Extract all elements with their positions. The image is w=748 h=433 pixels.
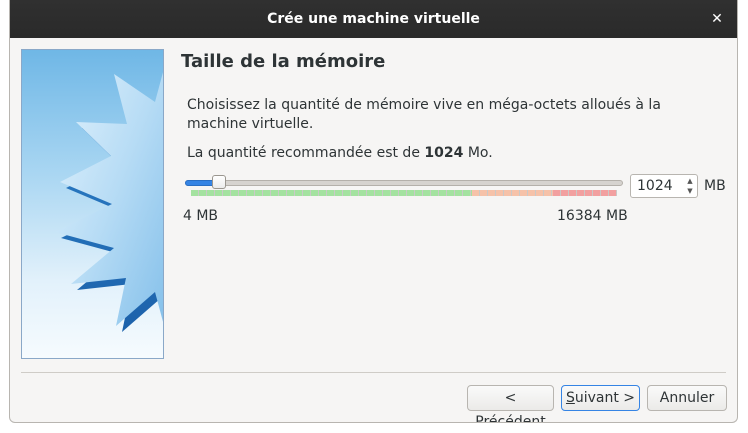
recommendation-suffix: Mo. <box>467 145 493 161</box>
next-button[interactable]: Suivant > <box>561 385 640 411</box>
previous-button[interactable]: < Précédent <box>467 385 554 422</box>
memory-input[interactable]: 1024 <box>637 175 673 197</box>
spin-down-icon[interactable]: ▼ <box>685 186 695 196</box>
window-title: Crée une machine virtuelle <box>267 11 480 27</box>
recommendation-value: 1024 <box>424 145 464 161</box>
memory-slider[interactable] <box>183 172 625 198</box>
danger-zone <box>553 190 617 196</box>
recommendation-text: La quantité recommandée est de 1024 Mo. <box>187 145 493 161</box>
slider-groove[interactable] <box>185 180 623 186</box>
warning-zone <box>472 190 554 196</box>
slider-min-label: 4 MB <box>183 208 219 224</box>
cancel-button[interactable]: Annuler <box>647 385 727 411</box>
dialog-window: Crée une machine virtuelle ✕ Taille de l… <box>9 0 738 423</box>
memory-spinbox[interactable]: 1024 ▲ ▼ <box>630 174 698 198</box>
page-title: Taille de la mémoire <box>181 51 386 72</box>
previous-label: récédent <box>483 414 546 423</box>
memory-unit-label: MB <box>704 178 726 194</box>
next-label: uivant > <box>574 390 636 406</box>
wizard-image <box>21 49 164 359</box>
next-mnemonic: S <box>565 390 575 406</box>
close-icon[interactable]: ✕ <box>707 9 727 29</box>
safe-zone <box>191 190 473 196</box>
footer-separator <box>21 372 726 373</box>
slider-zones <box>191 190 617 196</box>
slider-handle[interactable] <box>211 175 226 189</box>
slider-max-label: 16384 MB <box>557 208 628 224</box>
description-text: Choisissez la quantité de mémoire vive e… <box>187 97 661 132</box>
previous-prefix: < <box>504 390 517 406</box>
spin-up-icon[interactable]: ▲ <box>685 176 695 186</box>
recommendation-prefix: La quantité recommandée est de <box>187 145 420 161</box>
spin-arrows[interactable]: ▲ ▼ <box>685 176 695 196</box>
starburst-icon <box>55 72 163 332</box>
title-bar[interactable]: Crée une machine virtuelle ✕ <box>10 0 737 38</box>
